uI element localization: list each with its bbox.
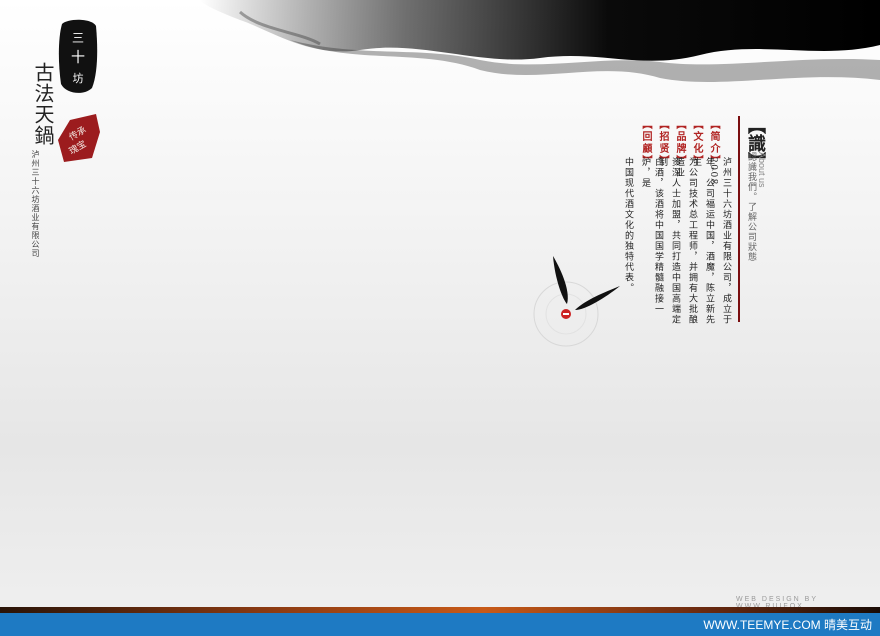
about-subtitle: 認識我們。了解公司狀態 — [746, 152, 756, 262]
svg-text:三: 三 — [72, 31, 84, 45]
ink-wash-decoration — [200, 0, 880, 82]
ink-brush-emblem[interactable] — [525, 250, 635, 360]
about-english-label: About us — [757, 152, 767, 188]
brand-logo[interactable]: 三 十 坊 — [58, 18, 98, 94]
svg-text:坊: 坊 — [73, 71, 84, 85]
brand-title: 古法天鍋 — [31, 62, 55, 146]
about-divider — [738, 116, 740, 322]
body-column-5: 白酒，该酒将中国国学精髓融接一炉，是 — [640, 157, 663, 315]
footer-bar: WWW.TEEMYE.COM 晴美互动 — [0, 613, 880, 636]
svg-text:十: 十 — [71, 50, 85, 66]
footer-site-link[interactable]: WWW.TEEMYE.COM 晴美互动 — [703, 616, 872, 633]
red-seal-stamp: 传承 瑰宝 — [58, 114, 100, 162]
company-name: 泸州三十六坊酒业有限公司 — [31, 150, 40, 258]
